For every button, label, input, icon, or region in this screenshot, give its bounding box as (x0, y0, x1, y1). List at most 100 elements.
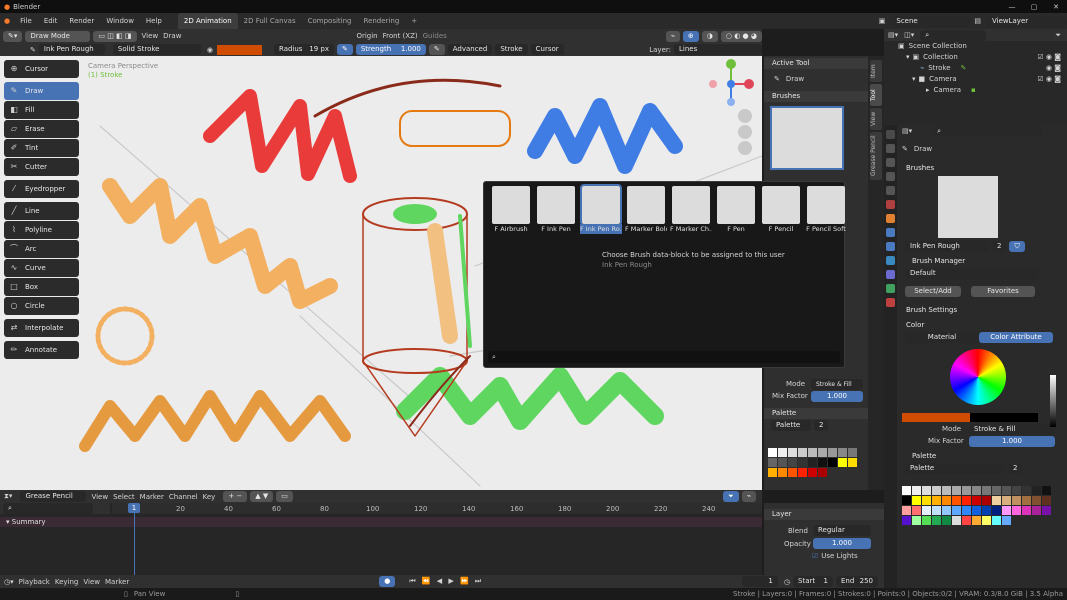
material-tab-icon[interactable] (886, 298, 895, 307)
use-lights-checkbox[interactable]: ☑ (812, 552, 818, 560)
render-tab-icon[interactable] (886, 144, 895, 153)
palette-swatch[interactable] (942, 506, 951, 515)
palette-swatch[interactable] (912, 506, 921, 515)
properties-search[interactable]: ⌕ (932, 125, 1043, 137)
maximize-button[interactable]: ▢ (1023, 3, 1045, 11)
visibility-icons[interactable]: ☑ ◉ ◙ (1037, 52, 1061, 63)
palette-swatch[interactable] (972, 516, 981, 525)
workspace-tab-rendering[interactable]: Rendering (358, 13, 406, 29)
playback-menu[interactable]: Playback (19, 578, 50, 586)
close-button[interactable]: ✕ (1045, 3, 1067, 11)
palette-swatch[interactable] (962, 506, 971, 515)
output-tab-icon[interactable] (886, 158, 895, 167)
palette-swatch[interactable] (1042, 496, 1051, 505)
palette-swatch[interactable] (992, 486, 1001, 495)
palette-swatch[interactable] (818, 468, 827, 477)
palette-swatch[interactable] (952, 496, 961, 505)
palette-swatch[interactable] (972, 496, 981, 505)
tool-cutter[interactable]: ✂ Cutter (4, 158, 79, 176)
palette-swatch[interactable] (768, 448, 777, 457)
tab-tool[interactable]: Tool (870, 84, 882, 106)
palette-swatch[interactable] (942, 516, 951, 525)
palette-swatch[interactable] (972, 486, 981, 495)
timeline-mode-selector[interactable]: Grease Pencil (20, 491, 87, 502)
tool-fill[interactable]: ◧ Fill (4, 101, 79, 119)
overlay-toggle[interactable]: ◑ (701, 30, 718, 42)
view-layer-tab-icon[interactable] (886, 172, 895, 181)
palette-swatch[interactable] (788, 448, 797, 457)
color-swatch[interactable] (216, 44, 262, 55)
palette-swatch[interactable] (982, 486, 991, 495)
palette-swatch[interactable] (912, 496, 921, 505)
menu-help[interactable]: Help (140, 13, 168, 29)
blender-menu-icon[interactable]: ● (0, 17, 14, 25)
color-mode-toggle[interactable]: ◉ (207, 46, 213, 54)
palette-swatch[interactable] (788, 468, 797, 477)
palette-swatch[interactable] (838, 448, 847, 457)
tool-line[interactable]: ╱ Line (4, 202, 79, 220)
brush-card[interactable]: F Marker Bold (625, 186, 667, 234)
prop-mode-selector[interactable]: Stroke & Fill (969, 423, 1055, 435)
palette-swatch[interactable] (992, 496, 1001, 505)
palette-swatch[interactable] (828, 458, 837, 467)
tool-erase[interactable]: ▱ Erase (4, 120, 79, 138)
physics-tab-icon[interactable] (886, 256, 895, 265)
view-menu[interactable]: View (142, 32, 159, 40)
outliner-collection[interactable]: ▾ ▣ Collection ☑ ◉ ◙ (898, 52, 1067, 63)
prop-mix-field[interactable]: 1.000 (969, 435, 1055, 447)
zoom-icon[interactable] (738, 109, 752, 123)
expand-icon[interactable]: ▾ (912, 74, 916, 85)
brush-selector[interactable]: Ink Pen Rough (38, 44, 105, 55)
guides-toggle[interactable]: Guides (423, 32, 447, 40)
prop-palette-swatches[interactable] (902, 474, 1052, 526)
tool-tint[interactable]: ✐ Tint (4, 139, 79, 157)
prop-brush-preview[interactable] (938, 176, 998, 238)
editor-type-button[interactable]: ✎▾ (3, 30, 23, 42)
layer-selector[interactable]: Lines (674, 44, 762, 55)
workspace-tab-2d-animation[interactable]: 2D Animation (177, 13, 238, 29)
palette-swatch[interactable] (962, 496, 971, 505)
outliner-scene-collection[interactable]: ▣ Scene Collection (898, 41, 1067, 52)
layer-panel-header[interactable]: Layer (764, 509, 884, 520)
active-tool-header[interactable]: Active Tool (764, 58, 868, 69)
palette-swatch[interactable] (902, 486, 911, 495)
palette-swatch[interactable] (818, 458, 827, 467)
palette-swatch[interactable] (778, 458, 787, 467)
palette-swatch[interactable] (982, 496, 991, 505)
palette-swatch[interactable] (1002, 486, 1011, 495)
tab-item[interactable]: Item (870, 60, 882, 82)
workspace-tab-compositing[interactable]: Compositing (302, 13, 358, 29)
onion-skin-button[interactable]: ▭ (276, 491, 293, 502)
color-header[interactable]: Color (902, 320, 1064, 331)
navigation-gizmo[interactable] (709, 59, 754, 106)
palette-swatch[interactable] (1022, 486, 1031, 495)
np-palette-selector[interactable]: Palette (771, 420, 811, 431)
palette-swatch[interactable] (838, 458, 847, 467)
playback-marker-menu[interactable]: Marker (105, 578, 129, 586)
frame-ruler[interactable]: 20 40 60 80 100 120 140 160 180 200 220 … (112, 503, 762, 514)
palette-swatch[interactable] (982, 516, 991, 525)
tab-grease-pencil[interactable]: Grease Pencil (870, 132, 882, 180)
workspace-tab-2d-full-canvas[interactable]: 2D Full Canvas (238, 13, 302, 29)
palette-swatch[interactable] (952, 486, 961, 495)
timeline-filter-button[interactable]: ⏷ (723, 491, 739, 502)
mode-selector[interactable]: Draw Mode (25, 30, 91, 42)
timeline-menu-marker[interactable]: Marker (140, 493, 164, 501)
tool-interpolate[interactable]: ⇄ Interpolate (4, 319, 79, 337)
brush-settings-header[interactable]: Brush Settings (902, 305, 1064, 316)
brush-search-bar[interactable]: ⌕ (488, 351, 840, 363)
brush-card[interactable]: F Ink Pen Ro... (580, 184, 622, 234)
gizmo-toggle[interactable]: ⊕ (682, 30, 699, 42)
np-palette-swatches[interactable] (764, 432, 860, 478)
tool-box[interactable]: □ Box (4, 278, 79, 296)
palette-swatch[interactable] (798, 468, 807, 477)
auto-keying-toggle[interactable]: ● (379, 576, 396, 587)
tool-circle[interactable]: ○ Circle (4, 297, 79, 315)
palette-swatch[interactable] (778, 448, 787, 457)
timeline-menu-select[interactable]: Select (113, 493, 135, 501)
palette-swatch[interactable] (1032, 486, 1041, 495)
palette-swatch[interactable] (808, 458, 817, 467)
palette-swatch[interactable] (778, 468, 787, 477)
properties-editor-icon[interactable]: ▤▾ (902, 127, 912, 135)
palette-swatch[interactable] (808, 468, 817, 477)
